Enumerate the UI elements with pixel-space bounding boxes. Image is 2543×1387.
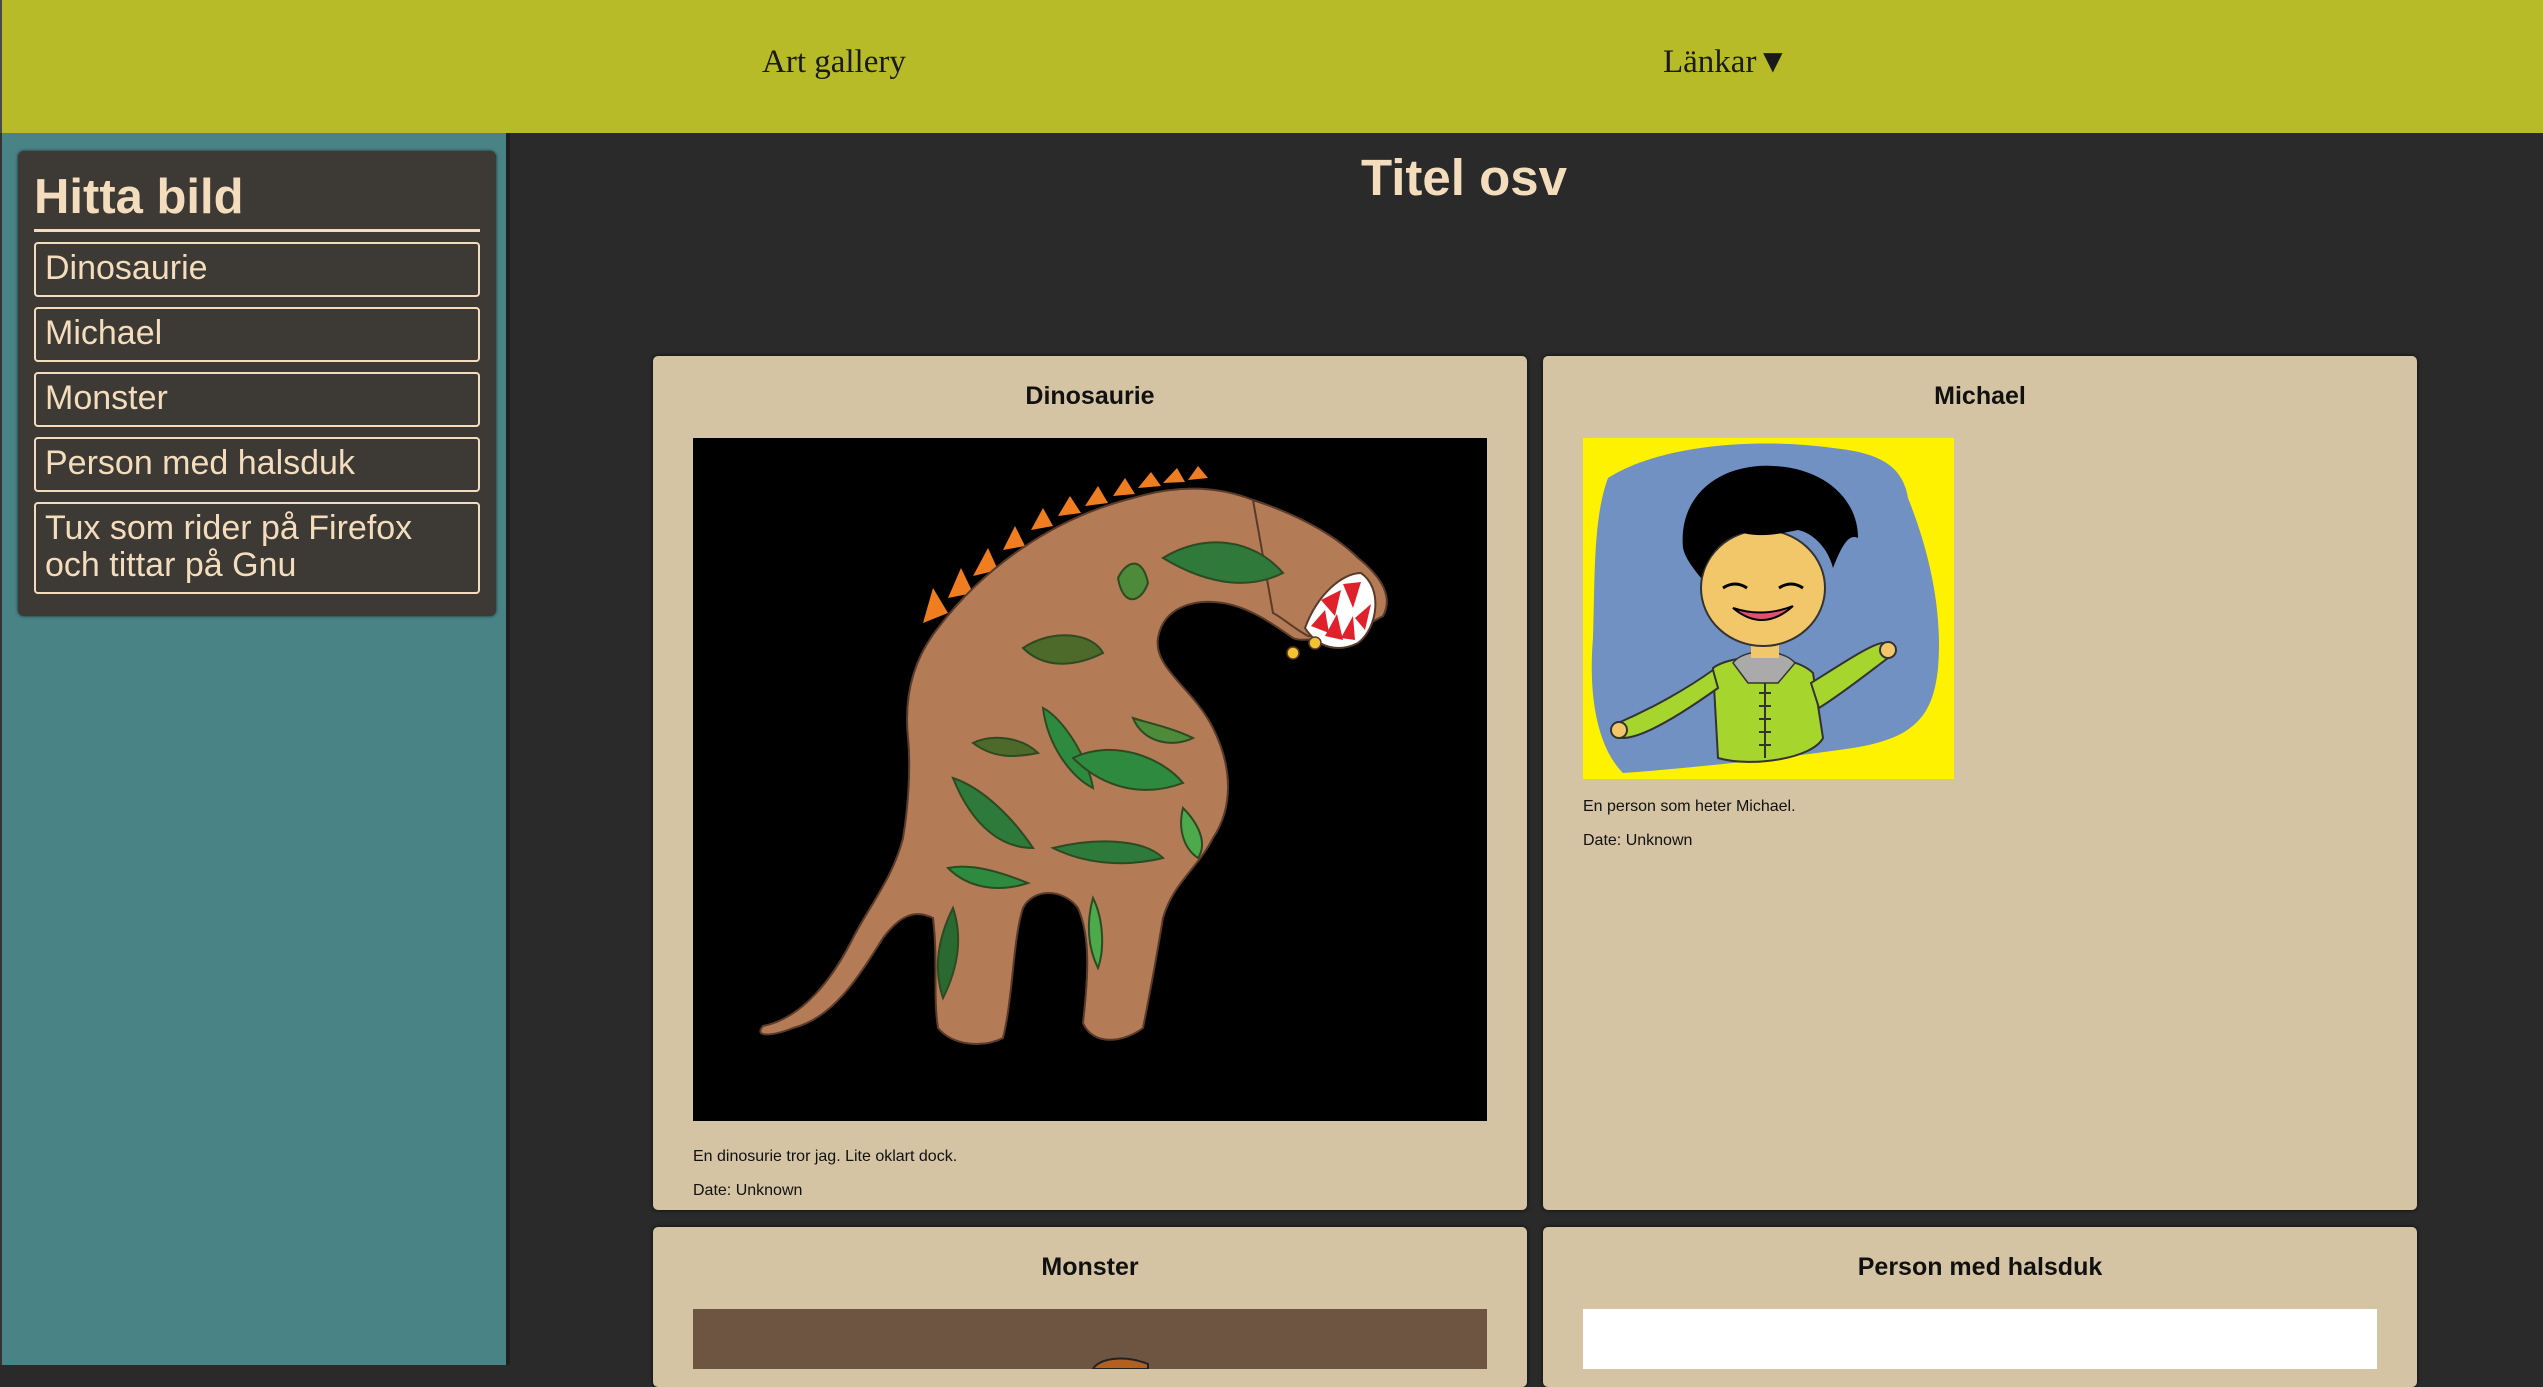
gallery-card-dinosaurie: Dinosaurie En dinosurie tror jag. Lite o… bbox=[653, 356, 1527, 1210]
find-image-panel: Hitta bild Dinosaurie Michael Monster Pe… bbox=[18, 151, 496, 616]
card-description: En person som heter Michael. bbox=[1583, 798, 1796, 815]
sidebar: Hitta bild Dinosaurie Michael Monster Pe… bbox=[0, 133, 510, 1365]
card-date: Date: Unknown bbox=[693, 1182, 803, 1199]
monster-artwork[interactable] bbox=[693, 1309, 1487, 1369]
card-title: Monster bbox=[1041, 1253, 1139, 1281]
sidebar-item-tux[interactable]: Tux som rider på Firefox och tittar på G… bbox=[34, 501, 480, 594]
dinosaur-artwork[interactable] bbox=[693, 438, 1487, 1121]
sidebar-item-monster[interactable]: Monster bbox=[34, 371, 480, 427]
gallery-card-michael: Michael En person som heter Michael. Dat… bbox=[1543, 356, 2417, 1210]
card-date: Date: Unknown bbox=[1583, 832, 1693, 849]
links-dropdown[interactable]: Länkar▼ bbox=[1663, 44, 1789, 81]
card-title: Dinosaurie bbox=[1025, 382, 1155, 410]
gallery-card-monster: Monster bbox=[653, 1227, 1527, 1387]
sidebar-item-dinosaurie[interactable]: Dinosaurie bbox=[34, 241, 480, 297]
card-title: Michael bbox=[1934, 382, 2026, 410]
find-image-heading: Hitta bild bbox=[34, 170, 480, 232]
sidebar-item-person-med-halsduk[interactable]: Person med halsduk bbox=[34, 436, 480, 492]
art-gallery-link[interactable]: Art gallery bbox=[762, 44, 906, 81]
page-title: Titel osv bbox=[1361, 149, 1567, 206]
michael-artwork[interactable] bbox=[1583, 438, 1954, 779]
card-description: En dinosurie tror jag. Lite oklart dock. bbox=[693, 1148, 958, 1165]
card-title: Person med halsduk bbox=[1857, 1253, 2103, 1281]
person-med-halsduk-artwork[interactable] bbox=[1583, 1309, 2377, 1369]
sidebar-item-michael[interactable]: Michael bbox=[34, 306, 480, 362]
top-navigation-bar: Art gallery Länkar▼ bbox=[0, 0, 2543, 133]
gallery-card-person-med-halsduk: Person med halsduk bbox=[1543, 1227, 2417, 1387]
